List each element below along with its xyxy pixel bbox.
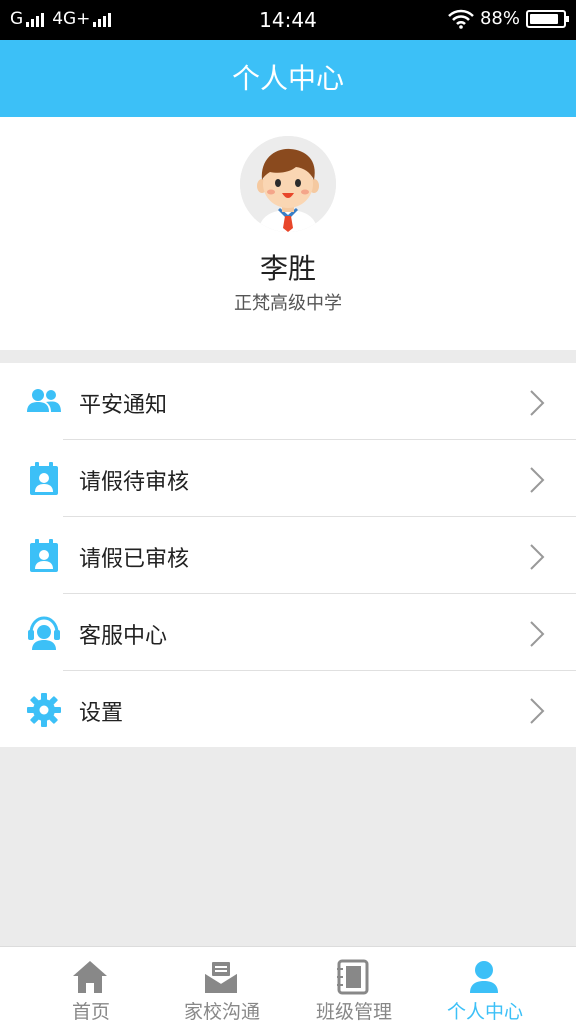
nav-tab-class-management[interactable]: 班级管理 xyxy=(282,947,426,1024)
nav-tab-label: 个人中心 xyxy=(446,1001,523,1023)
battery-fill xyxy=(530,13,559,24)
menu-item-label: 平安通知 xyxy=(79,393,168,418)
menu-item-label: 请假已审核 xyxy=(79,547,190,572)
status-bar-right: 88% xyxy=(448,8,569,29)
user-name: 李胜 xyxy=(259,252,316,285)
menu-item-safety-notice[interactable]: 平安通知 xyxy=(0,363,576,440)
calendar-person-icon xyxy=(30,539,58,572)
notebook-icon xyxy=(337,959,369,995)
nav-tab-home-school[interactable]: 家校沟通 xyxy=(150,947,294,1024)
mail-icon xyxy=(204,962,238,993)
avatar-illustration xyxy=(240,136,336,232)
nav-tab-label: 家校沟通 xyxy=(183,1001,260,1023)
chevron-right-icon xyxy=(530,621,545,647)
headset-icon xyxy=(28,616,60,650)
gear-icon xyxy=(27,693,61,727)
menu-list: 平安通知 请假待审核 请假已审核 客服中心 设置 xyxy=(0,363,576,747)
menu-item-label: 设置 xyxy=(79,701,124,726)
boy-avatar-icon[interactable] xyxy=(240,136,336,232)
nav-tab-personal-center[interactable]: 个人中心 xyxy=(413,947,557,1024)
chevron-right-icon xyxy=(530,467,545,493)
battery-percent: 88% xyxy=(479,8,520,29)
menu-item-label: 客服中心 xyxy=(79,624,168,649)
nav-tab-label: 班级管理 xyxy=(315,1001,392,1023)
wifi-icon xyxy=(448,9,474,29)
chevron-right-icon xyxy=(530,544,545,570)
menu-item-settings[interactable]: 设置 xyxy=(0,671,576,748)
page-title: 个人中心 xyxy=(0,40,576,117)
battery-icon xyxy=(526,9,569,28)
status-bar: G 4G+ 14:44 88% xyxy=(0,0,576,40)
chevron-right-icon xyxy=(530,390,545,416)
bottom-nav: 首页 家校沟通 班级管理 个人中心 xyxy=(0,946,576,1024)
nav-tab-home[interactable]: 首页 xyxy=(19,947,163,1024)
chevron-right-icon xyxy=(530,698,545,724)
menu-item-leave-pending[interactable]: 请假待审核 xyxy=(0,440,576,517)
person-icon xyxy=(470,961,498,993)
menu-item-customer-service[interactable]: 客服中心 xyxy=(0,594,576,671)
school-name: 正梵高级中学 xyxy=(234,293,342,314)
menu-item-leave-approved[interactable]: 请假已审核 xyxy=(0,517,576,594)
people-icon xyxy=(27,389,61,412)
home-icon xyxy=(73,961,107,993)
profile-card: 李胜 正梵高级中学 xyxy=(0,117,576,350)
calendar-person-icon xyxy=(30,462,58,495)
menu-item-label: 请假待审核 xyxy=(79,470,190,495)
nav-tab-label: 首页 xyxy=(71,1001,110,1023)
